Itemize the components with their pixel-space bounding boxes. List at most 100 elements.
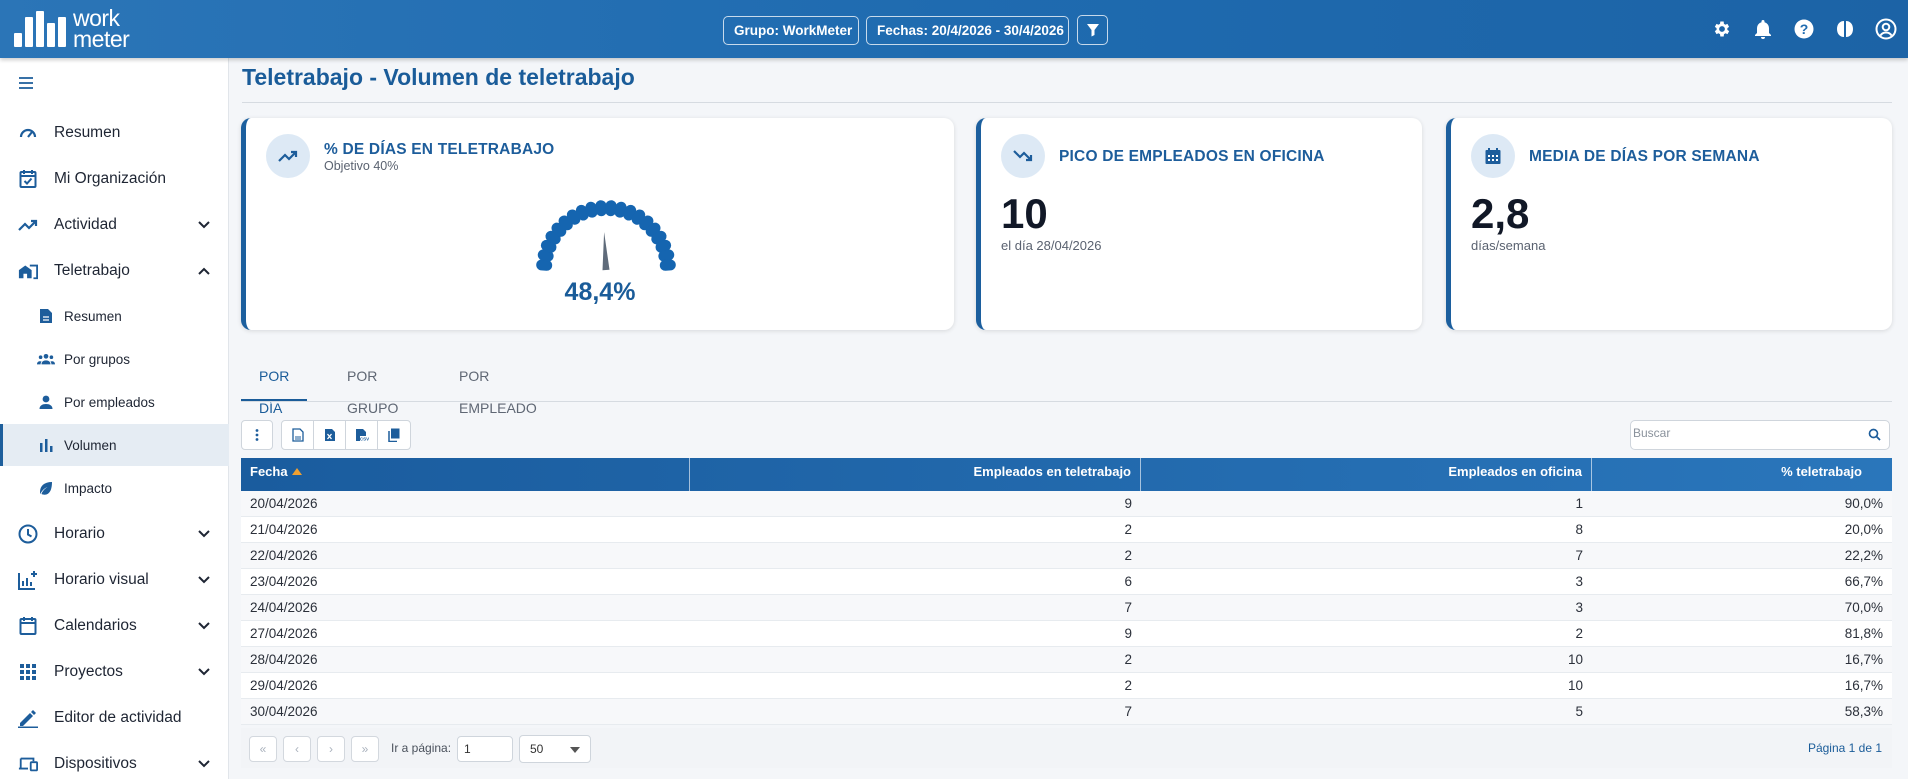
table-cell: 9 (1124, 626, 1132, 641)
person-icon (37, 393, 55, 411)
table-row[interactable]: 28/04/2026 2 10 16,7% (241, 647, 1892, 673)
sidebar-item-mi-organizacion[interactable]: Mi Organización (0, 157, 229, 201)
sidebar-subitem-por-grupos[interactable]: Por grupos (0, 338, 229, 380)
sidebar-subitem-resumen[interactable]: Resumen (0, 295, 229, 337)
export-csv-button[interactable]: CSV (346, 421, 378, 449)
svg-text:CSV: CSV (359, 436, 368, 441)
caret-down-icon (570, 747, 580, 753)
sidebar-item-calendarios[interactable]: Calendarios (0, 604, 229, 648)
sidebar-item-editor-de-actividad[interactable]: Editor de actividad (0, 696, 229, 740)
table-row[interactable]: 22/04/2026 2 7 22,2% (241, 543, 1892, 569)
more-options-button[interactable] (241, 420, 273, 450)
chevron-down-icon[interactable] (197, 527, 211, 541)
first-page-button[interactable]: « (249, 736, 277, 762)
previous-page-button[interactable]: ‹ (283, 736, 311, 762)
settings-button[interactable] (1710, 17, 1734, 41)
office-peak-card: PICO DE EMPLEADOS EN OFICINA 10 el día 2… (976, 118, 1422, 330)
sidebar-item-teletrabajo[interactable]: Teletrabajo (0, 249, 229, 293)
search-icon[interactable] (1868, 428, 1881, 441)
tab-por-empleado[interactable]: POR EMPLEADO (441, 360, 555, 416)
export-pdf-button[interactable] (282, 421, 314, 449)
sidebar-subitem-por-empleados[interactable]: Por empleados (0, 381, 229, 423)
notifications-button[interactable] (1751, 17, 1775, 41)
chevron-down-icon[interactable] (197, 619, 211, 633)
table-cell: 22,2% (1844, 548, 1883, 563)
chevron-down-icon[interactable] (197, 757, 211, 771)
chevron-down-icon[interactable] (197, 218, 211, 232)
sidebar-item-label: Proyectos (54, 663, 123, 680)
column-header-fecha[interactable]: Fecha (241, 458, 690, 491)
column-header-porcentaje-teletrabajo[interactable]: % teletrabajo (1592, 458, 1892, 491)
sidebar-item-label: Mi Organización (54, 170, 166, 187)
brain-icon (1837, 21, 1853, 37)
table-cell: 21/04/2026 (250, 522, 318, 537)
sidebar-item-horario-visual[interactable]: Horario visual (0, 558, 229, 602)
table-cell: 6 (1124, 574, 1132, 589)
sort-ascending-icon (291, 468, 302, 475)
user-account-button[interactable] (1874, 17, 1898, 41)
table-row[interactable]: 30/04/2026 7 5 58,3% (241, 699, 1892, 725)
sidebar-subitem-label: Impacto (64, 480, 113, 496)
help-button[interactable]: ? (1792, 17, 1816, 41)
sidebar-item-actividad[interactable]: Actividad (0, 203, 229, 247)
sidebar-subitem-label: Resumen (64, 308, 122, 324)
table-row[interactable]: 21/04/2026 2 8 20,0% (241, 517, 1892, 543)
title-divider (242, 102, 1892, 103)
insights-button[interactable] (1833, 17, 1857, 41)
calendar-icon (18, 616, 38, 636)
sidebar-subitem-impacto[interactable]: Impacto (0, 467, 229, 509)
table-cell: 20/04/2026 (250, 496, 318, 511)
gauge-needle (602, 232, 610, 271)
search-input[interactable] (1633, 426, 1853, 440)
sidebar-item-proyectos[interactable]: Proyectos (0, 650, 229, 694)
trending-down-icon (1001, 134, 1045, 178)
avg-days-value: 2,8 (1471, 190, 1530, 237)
sidebar-subitem-volumen[interactable]: Volumen (0, 424, 229, 466)
card-subtitle: Objetivo 40% (324, 159, 399, 173)
table-row[interactable]: 24/04/2026 7 3 70,0% (241, 595, 1892, 621)
dates-filter-pill[interactable]: Fechas: 20/4/2026 - 30/4/2026 (866, 16, 1069, 45)
next-page-button[interactable]: › (317, 736, 345, 762)
sidebar-item-dispositivos[interactable]: Dispositivos (0, 742, 229, 779)
chevron-up-icon[interactable] (197, 264, 211, 278)
filter-button[interactable] (1077, 15, 1108, 45)
table-cell: 3 (1575, 600, 1583, 615)
export-excel-button[interactable] (314, 421, 346, 449)
help-icon: ? (1794, 19, 1814, 39)
chevron-down-icon[interactable] (197, 573, 211, 587)
goto-page-input[interactable]: 1 (457, 736, 513, 762)
copy-icon (388, 428, 400, 442)
office-peak-value: 10 (1001, 190, 1048, 237)
remote-percentage-gauge (536, 200, 676, 271)
hamburger-icon (19, 77, 33, 89)
chevron-left-icon: ‹ (295, 742, 299, 756)
tab-por-dia[interactable]: POR DÍA (241, 360, 308, 416)
table-row[interactable]: 27/04/2026 9 2 81,8% (241, 621, 1892, 647)
sidebar-subitem-label: Por empleados (64, 394, 155, 410)
sidebar-item-horario[interactable]: Horario (0, 512, 229, 556)
sidebar-item-resumen[interactable]: Resumen (0, 111, 229, 155)
table-cell: 24/04/2026 (250, 600, 318, 615)
table-row[interactable]: 29/04/2026 2 10 16,7% (241, 673, 1892, 699)
column-header-empleados-oficina[interactable]: Empleados en oficina (1141, 458, 1592, 491)
chevron-down-icon[interactable] (197, 665, 211, 679)
table-cell: 30/04/2026 (250, 704, 318, 719)
pencil-icon (18, 708, 38, 728)
table-row[interactable]: 20/04/2026 9 1 90,0% (241, 491, 1892, 517)
double-chevron-left-icon: « (259, 742, 267, 756)
table-cell: 3 (1575, 574, 1583, 589)
copy-button[interactable] (378, 421, 410, 449)
table-cell: 90,0% (1844, 496, 1883, 511)
csv-icon: CSV (355, 429, 369, 441)
column-header-empleados-teletrabajo[interactable]: Empleados en teletrabajo (690, 458, 1141, 491)
volume-table: Fecha Empleados en teletrabajo Empleados… (241, 458, 1892, 725)
sidebar-item-label: Dispositivos (54, 755, 137, 772)
tab-por-grupo[interactable]: POR GRUPO (329, 360, 416, 416)
menu-toggle-button[interactable] (18, 76, 34, 95)
table-cell: 58,3% (1844, 704, 1883, 719)
table-row[interactable]: 23/04/2026 6 3 66,7% (241, 569, 1892, 595)
group-filter-pill[interactable]: Grupo: WorkMeter (723, 16, 859, 45)
workmeter-logo[interactable]: work meter (14, 7, 130, 51)
last-page-button[interactable]: » (351, 736, 379, 762)
page-size-select[interactable]: 50 (519, 735, 591, 763)
